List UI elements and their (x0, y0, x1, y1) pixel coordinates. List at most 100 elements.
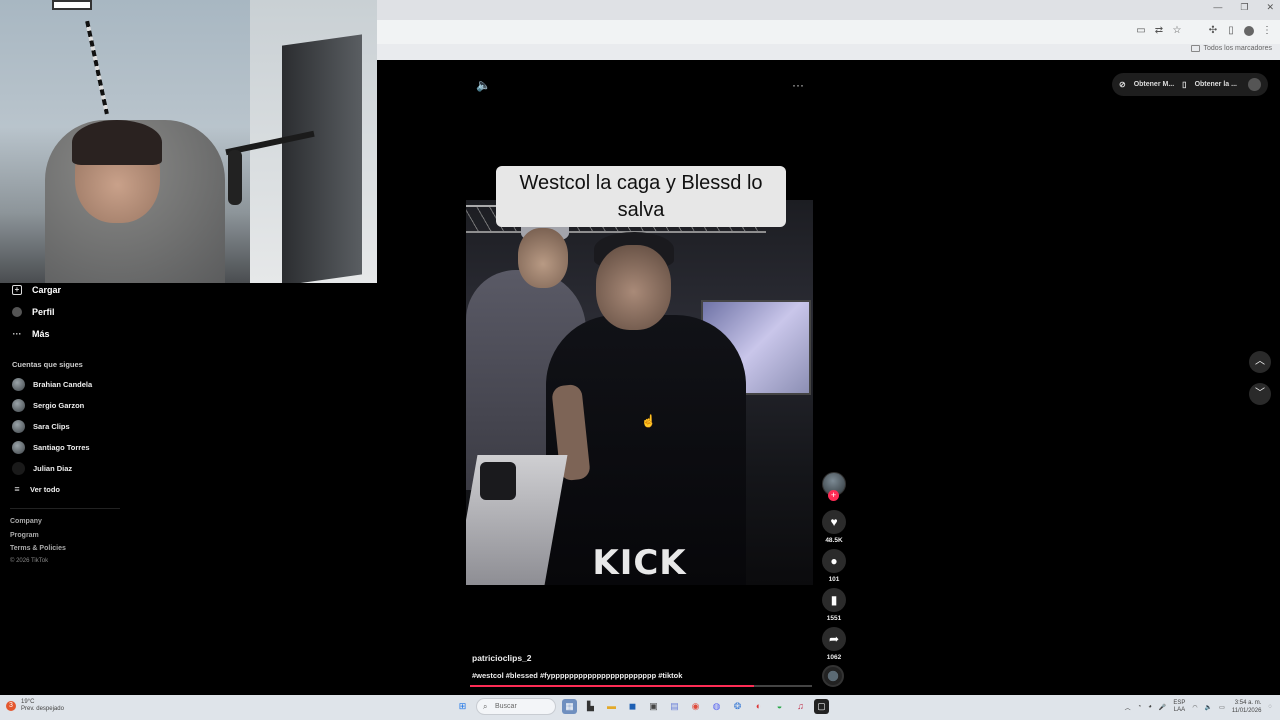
translate-icon[interactable]: ⇄ (1154, 26, 1164, 36)
sidebar-item-label: Más (32, 329, 50, 339)
more-icon: ··· (12, 329, 22, 339)
comment-button[interactable]: ● (822, 549, 846, 573)
webcam-person-hair (72, 120, 162, 165)
close-icon[interactable]: ✕ (1266, 2, 1274, 13)
sidebar-item-upload[interactable]: + Cargar (12, 285, 61, 295)
phone-icon: ▯ (1182, 80, 1187, 89)
taskbar-apps: ⊞ ⌕ Buscar ▦ ▙ ▬ ◼ ▣ ▤ ◉ ◍ ❂ ◐ ◒ ♫ ▢ (455, 698, 829, 715)
following-account[interactable]: Sara Clips (12, 420, 70, 433)
video-author[interactable]: patricioclips_2 (472, 653, 532, 663)
account-name: Sara Clips (33, 422, 70, 431)
see-all-link[interactable]: ≡ Ver todo (12, 484, 60, 494)
music-disc-icon[interactable] (822, 665, 844, 687)
notifications-icon[interactable]: ◌ (1268, 704, 1272, 710)
sidebar-item-profile[interactable]: Perfil (12, 307, 55, 317)
heart-icon: ♥ (830, 515, 838, 529)
search-placeholder: Buscar (495, 703, 517, 710)
sidepanel-icon[interactable]: ▯ (1226, 26, 1236, 36)
language-line2: LAA (1173, 707, 1186, 713)
taskbar: 3 19°C Prev. despejado ⊞ ⌕ Buscar ▦ ▙ ▬ … (0, 695, 1280, 720)
webcam-picture-frame (52, 0, 92, 10)
language-line1: ESP (1173, 700, 1186, 706)
weather-widget[interactable]: 3 19°C Prev. despejado (6, 699, 64, 713)
minimize-icon[interactable]: — (1213, 2, 1222, 13)
app-icon-green[interactable]: ◒ (772, 699, 787, 714)
comment-count: 101 (828, 576, 840, 583)
language-indicator[interactable]: ESP LAA (1173, 700, 1185, 714)
share-button[interactable]: ➦ (822, 627, 846, 651)
account-name: Santiago Torres (33, 443, 90, 452)
profile-avatar-icon[interactable] (1244, 26, 1254, 36)
app-icon-gray[interactable]: ▣ (646, 699, 661, 714)
video-head-left (518, 228, 568, 288)
task-view-icon[interactable]: ▙ (583, 699, 598, 714)
app-icon-swirl[interactable]: ❂ (730, 699, 745, 714)
volume-icon[interactable]: 🔈 (476, 78, 491, 92)
avatar (12, 378, 25, 391)
speaker-icon[interactable]: 🔈 (1205, 704, 1212, 711)
next-video-button[interactable]: ﹀ (1249, 383, 1271, 405)
like-button[interactable]: ♥ (822, 510, 846, 534)
user-avatar[interactable] (1248, 78, 1261, 91)
footer-link-terms[interactable]: Terms & Policies (10, 545, 66, 552)
get-app-button[interactable]: Obtener M... (1134, 81, 1174, 88)
extensions-icon[interactable]: ✣ (1208, 26, 1218, 36)
windows-start-icon[interactable]: ⊞ (455, 699, 470, 714)
app-icon-red[interactable]: ◐ (751, 699, 766, 714)
chevron-down-icon: ﹀ (1255, 388, 1265, 399)
video-hashtags[interactable]: #westcol #blessed #fyppppppppppppppppppp… (472, 671, 682, 680)
restore-icon[interactable]: ❐ (1240, 2, 1248, 13)
webcam-cable (85, 20, 109, 115)
save-button[interactable]: ▮ (822, 588, 846, 612)
app-icon-music[interactable]: ♫ (793, 699, 808, 714)
like-count: 48.5K (825, 537, 843, 544)
widget-app-icon[interactable]: ▦ (562, 699, 577, 714)
video-caption-overlay: Westcol la caga y Blessd lo salva (496, 166, 786, 227)
follow-plus-icon[interactable]: + (828, 490, 839, 501)
file-explorer-icon[interactable]: ▬ (604, 699, 619, 714)
chrome-icon[interactable]: ◉ (688, 699, 703, 714)
sidebar-item-label: Perfil (32, 307, 55, 317)
star-icon[interactable]: ☆ (1172, 26, 1182, 36)
tray-app-icon-2[interactable]: ◕ (1148, 704, 1152, 710)
clock[interactable]: 3:54 a. m. 11/01/2026 (1232, 699, 1262, 715)
app-icon-blue[interactable]: ◼ (625, 699, 640, 714)
previous-video-button[interactable]: ︿ (1249, 351, 1271, 373)
video-progress-bar[interactable] (470, 685, 812, 687)
tray-app-icon[interactable]: ◔ (1138, 704, 1142, 710)
avatar (12, 420, 25, 433)
following-account[interactable]: Sergio Garzon (12, 399, 84, 412)
following-account[interactable]: Julian Diaz (12, 462, 72, 475)
battery-icon[interactable]: ▭ (1219, 704, 1225, 711)
app-icon-grid[interactable]: ▤ (667, 699, 682, 714)
tray-chevron-icon[interactable]: ︿ (1125, 703, 1131, 712)
toolbar-icons: ▭ ⇄ ☆ ✣ ▯ ⋮ (1136, 26, 1272, 36)
get-app-mobile-button[interactable]: Obtener la ... (1195, 81, 1237, 88)
microphone-icon[interactable]: 🎤 (1159, 704, 1166, 711)
sidebar-item-more[interactable]: ··· Más (12, 329, 50, 339)
weather-desc: Prev. despejado (21, 706, 64, 712)
chevron-up-icon: ︿ (1255, 356, 1265, 367)
window-controls: — ❐ ✕ (1213, 2, 1274, 13)
screen: — ❐ ✕ ▭ ⇄ ☆ ✣ ▯ ⋮ Todos los marcadores +… (0, 0, 1280, 720)
avatar (12, 399, 25, 412)
footer-link-program[interactable]: Program (10, 532, 39, 539)
following-account[interactable]: Santiago Torres (12, 441, 90, 454)
more-options-icon[interactable]: ··· (792, 78, 804, 92)
bookmarks-bar[interactable]: Todos los marcadores (1190, 45, 1272, 52)
video-player[interactable]: KICK (466, 200, 813, 585)
wifi-icon[interactable]: ◠ (1192, 704, 1197, 711)
footer-link-company[interactable]: Company (10, 518, 42, 525)
account-name: Julian Diaz (33, 464, 73, 473)
taskbar-search[interactable]: ⌕ Buscar (476, 698, 556, 715)
bookmarks-label: Todos los marcadores (1203, 45, 1272, 52)
following-account[interactable]: Brahian Candela (12, 378, 92, 391)
browser-menu-icon[interactable]: ⋮ (1262, 26, 1272, 36)
discord-icon[interactable]: ◍ (709, 699, 724, 714)
save-count: 1551 (826, 615, 842, 622)
search-icon: ⌕ (483, 702, 488, 711)
left-sidebar: + Cargar Perfil ··· Más Cuentas que sigu… (0, 283, 130, 695)
cast-icon[interactable]: ▭ (1136, 26, 1146, 36)
app-icon-dark[interactable]: ▢ (814, 699, 829, 714)
webcam-monitor (282, 34, 362, 283)
